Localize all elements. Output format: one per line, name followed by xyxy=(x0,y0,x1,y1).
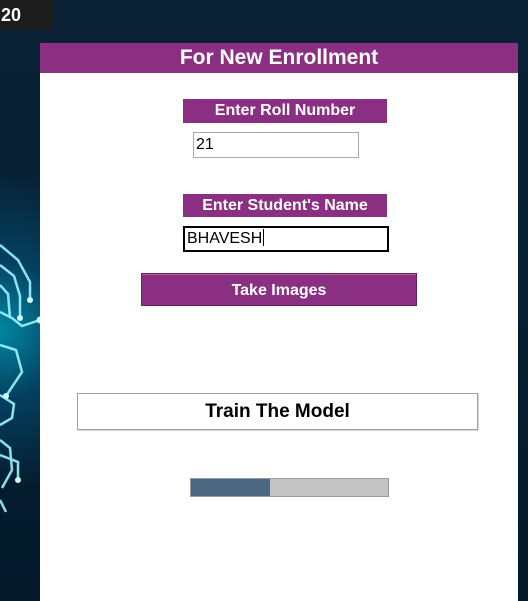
roll-number-input[interactable]: 21 xyxy=(193,132,359,158)
take-images-button[interactable]: Take Images xyxy=(141,273,417,306)
student-name-input[interactable]: BHAVESH xyxy=(183,226,389,252)
corner-label: 20 xyxy=(0,0,54,30)
roll-number-label: Enter Roll Number xyxy=(183,99,387,123)
training-progress-bar xyxy=(190,478,389,497)
panel-title: For New Enrollment xyxy=(40,43,518,73)
student-name-value: BHAVESH xyxy=(187,230,263,247)
train-model-button[interactable]: Train The Model xyxy=(77,393,478,430)
enrollment-panel: For New Enrollment Enter Roll Number 21 … xyxy=(40,43,518,601)
roll-number-value: 21 xyxy=(196,136,214,153)
progress-fill xyxy=(191,479,270,496)
text-caret xyxy=(263,229,265,246)
student-name-label: Enter Student's Name xyxy=(183,194,387,217)
